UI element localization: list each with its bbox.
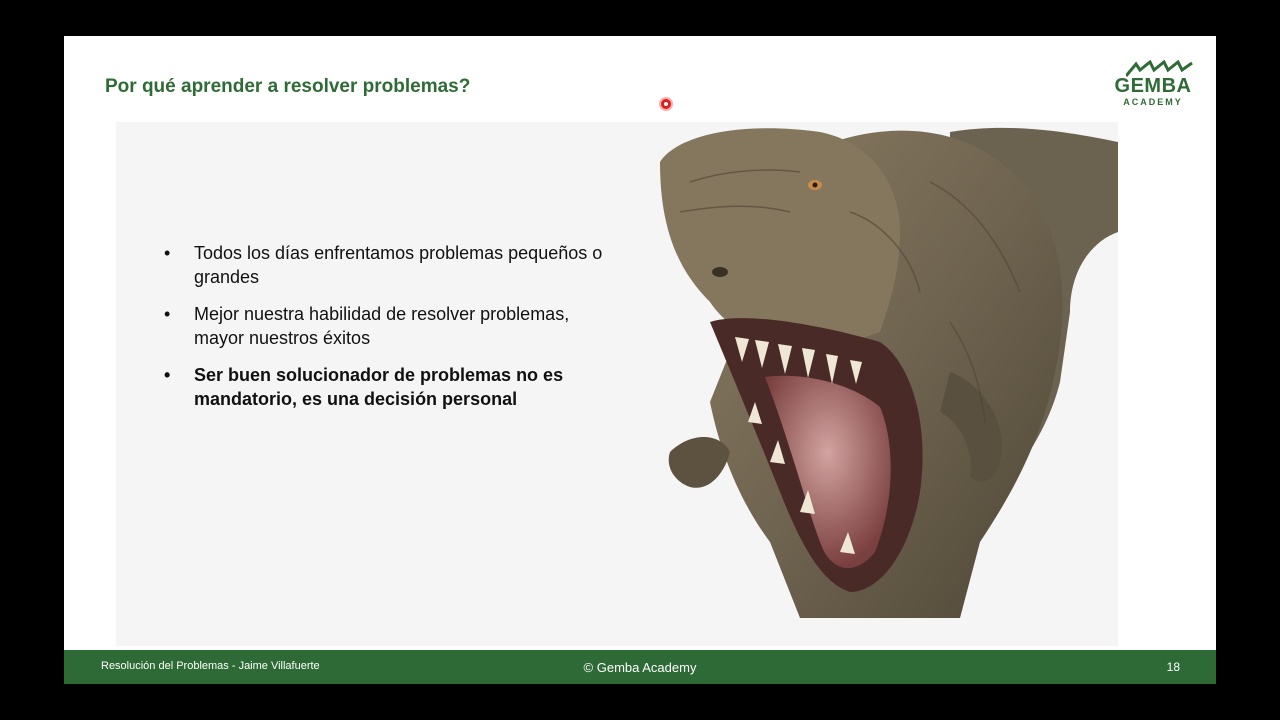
bullet-item-bold: Ser buen solucionador de problemas no es…	[164, 364, 604, 411]
footer-copyright: © Gemba Academy	[583, 660, 697, 675]
logo-subtext: ACADEMY	[1123, 97, 1183, 107]
gemba-academy-logo: GEMBA ACADEMY	[1110, 60, 1196, 108]
slide-title: Por qué aprender a resolver problemas?	[105, 76, 471, 97]
bullet-list: Todos los días enfrentamos problemas peq…	[164, 242, 604, 425]
t-rex-image	[660, 127, 1118, 618]
slide-footer: Resolución del Problemas - Jaime Villafu…	[64, 650, 1216, 684]
laser-pointer-icon	[661, 99, 671, 109]
bullet-item: Todos los días enfrentamos problemas peq…	[164, 242, 604, 289]
presentation-slide: Por qué aprender a resolver problemas? G…	[64, 36, 1216, 684]
logo-text: GEMBA	[1114, 75, 1192, 97]
page-number: 18	[1166, 660, 1180, 674]
bullet-item: Mejor nuestra habilidad de resolver prob…	[164, 303, 604, 350]
